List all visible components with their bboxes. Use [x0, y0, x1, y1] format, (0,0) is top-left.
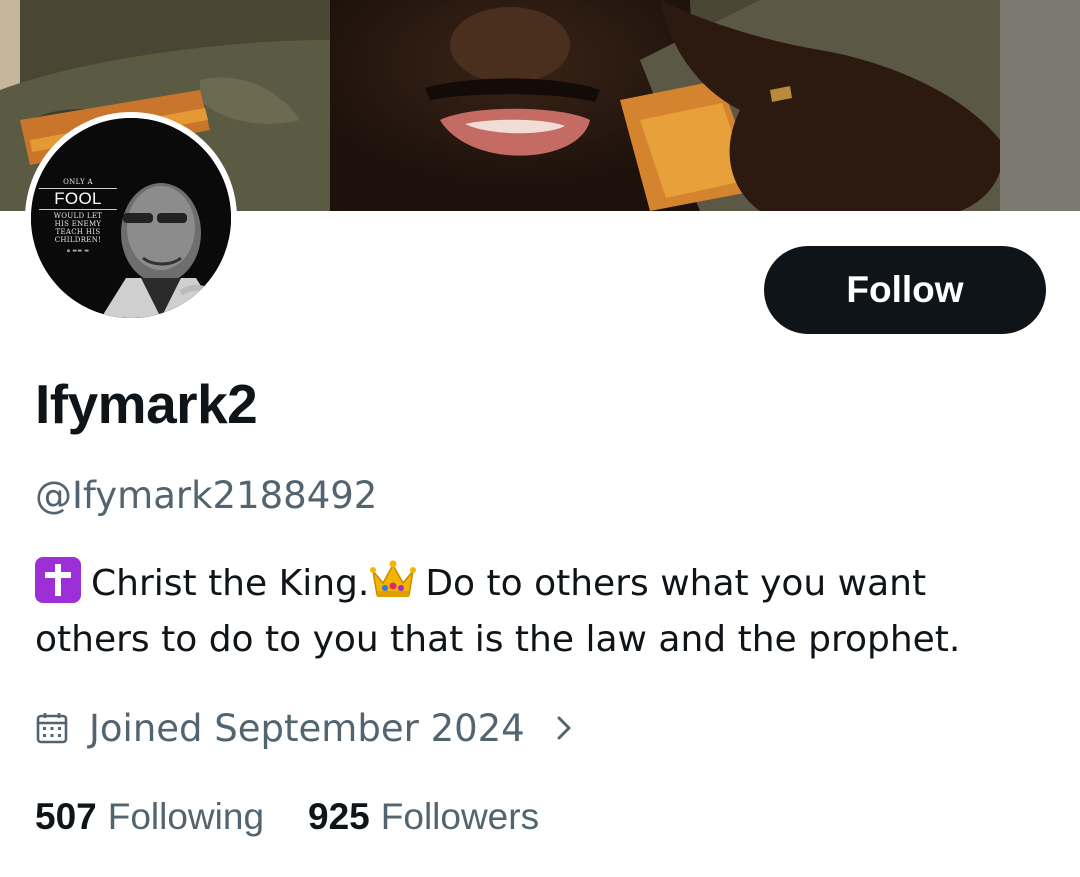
joined-date[interactable]: Joined September 2024 — [35, 702, 577, 754]
following-label: Following — [107, 796, 265, 837]
followers-count: 925 — [308, 796, 370, 837]
quote-line: WOULD LET — [53, 212, 103, 220]
profile-bio: Christ the King. Do to others what you w… — [35, 556, 1045, 668]
profile-avatar[interactable]: ONLY A FOOL WOULD LET HIS ENEMY TEACH HI… — [25, 112, 237, 324]
following-count: 507 — [35, 796, 97, 837]
bio-text: Christ the King. — [91, 563, 370, 604]
latin-cross-icon — [35, 557, 81, 603]
avatar-image: ONLY A FOOL WOULD LET HIS ENEMY TEACH HI… — [31, 118, 231, 318]
followers-label: Followers — [380, 796, 540, 837]
quote-line: HIS ENEMY — [54, 220, 102, 228]
avatar-quote: ONLY A FOOL WOULD LET HIS ENEMY TEACH HI… — [39, 178, 117, 254]
quote-signature: ▪ ▬▬ ▬ — [66, 248, 90, 254]
quote-top: ONLY A — [63, 178, 93, 186]
joined-text: Joined September 2024 — [89, 706, 525, 750]
follow-stats: 507 Following 925 Followers — [35, 792, 539, 842]
quote-line: TEACH HIS — [55, 228, 101, 236]
quote-line: CHILDREN! — [54, 236, 102, 244]
crown-icon — [370, 560, 417, 597]
follow-button[interactable]: Follow — [764, 246, 1046, 334]
display-name: Ifymark2 — [35, 373, 258, 435]
followers-link[interactable]: 925 Followers — [308, 796, 539, 838]
chevron-right-icon — [557, 716, 571, 740]
quote-main: FOOL — [39, 188, 117, 210]
following-link[interactable]: 507 Following — [35, 796, 264, 838]
calendar-icon — [36, 713, 68, 744]
user-handle: @Ifymark2188492 — [35, 474, 378, 517]
